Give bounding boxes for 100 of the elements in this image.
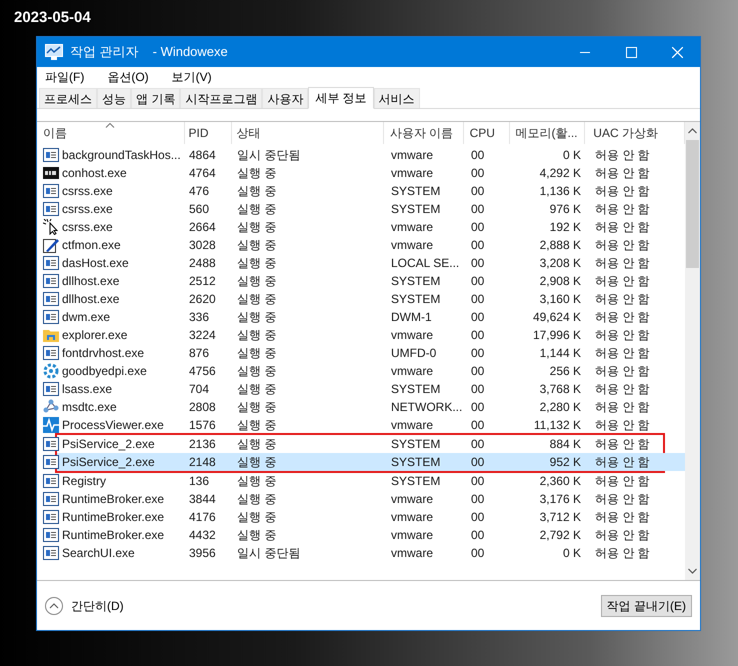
process-row[interactable]: conhost.exe 4764 실행 중 vmware 00 4,292 K 허용 안 함 [37, 164, 687, 182]
tab[interactable]: 프로세스 [39, 88, 97, 108]
table-cell-text: 실행 중 [237, 363, 276, 380]
table-cell-text: 1576 [189, 417, 216, 434]
tab[interactable]: 앱 기록 [131, 88, 180, 108]
table-cell-text: 허용 안 함 [595, 399, 650, 416]
tab[interactable]: 시작프로그램 [180, 88, 262, 108]
process-row[interactable]: csrss.exe 560 실행 중 SYSTEM 00 976 K 허용 안 함 [37, 200, 687, 218]
process-row[interactable]: RuntimeBroker.exe 4176 실행 중 vmware 00 3,712 K 허용 안 함 [37, 508, 687, 526]
process-row[interactable]: lsass.exe 704 실행 중 SYSTEM 00 3,768 K 허용 안 함 [37, 380, 687, 398]
table-cell-text: 0 K [562, 545, 581, 562]
process-row[interactable]: RuntimeBroker.exe 3844 실행 중 vmware 00 3,176 K 허용 안 함 [37, 490, 687, 508]
column-header[interactable]: 상태 [232, 122, 384, 144]
tab[interactable]: 세부 정보 [308, 87, 374, 109]
menu-item[interactable]: 보기(V) [168, 68, 216, 86]
process-row[interactable]: dllhost.exe 2620 실행 중 SYSTEM 00 3,160 K 허용 안 함 [37, 290, 687, 308]
process-name: csrss.exe [62, 219, 113, 236]
scroll-thumb[interactable] [686, 140, 699, 268]
process-row[interactable]: SearchUI.exe 3956 일시 중단됨 vmware 00 0 K 허용 안 함 [37, 544, 687, 562]
table-cell-text: vmware [391, 165, 434, 182]
scroll-down-icon[interactable] [688, 568, 697, 574]
process-name: SearchUI.exe [62, 545, 135, 562]
table-cell-text: 실행 중 [237, 201, 276, 218]
tab[interactable]: 서비스 [374, 88, 420, 108]
collapse-button[interactable]: 간단히(D) [45, 596, 124, 614]
console-icon [43, 166, 59, 180]
table-cell-text: vmware [391, 527, 434, 544]
process-name: lsass.exe [62, 381, 112, 398]
column-header[interactable]: 사용자 이름 [384, 122, 464, 144]
process-name: csrss.exe [62, 201, 113, 218]
table-cell-text: 실행 중 [237, 454, 276, 471]
scrollbar[interactable] [685, 122, 700, 580]
window-icon [43, 510, 59, 524]
menu-item[interactable]: 옵션(O) [103, 68, 153, 86]
table-cell-text: DWM-1 [391, 309, 432, 326]
table-cell-text: 00 [471, 417, 484, 434]
process-row[interactable]: PsiService_2.exe 2136 실행 중 SYSTEM 00 884 K 허용 안 함 [37, 435, 687, 453]
process-row[interactable]: RuntimeBroker.exe 4432 실행 중 vmware 00 2,792 K 허용 안 함 [37, 526, 687, 544]
tab[interactable]: 성능 [97, 88, 131, 108]
table-cell-text: 실행 중 [237, 345, 276, 362]
process-row[interactable]: csrss.exe 476 실행 중 SYSTEM 00 1,136 K 허용 안 함 [37, 182, 687, 200]
process-name: conhost.exe [62, 165, 127, 182]
process-row[interactable]: dwm.exe 336 실행 중 DWM-1 00 49,624 K 허용 안 함 [37, 308, 687, 326]
process-row[interactable]: ProcessViewer.exe 1576 실행 중 vmware 00 11,132 K 허용 안 함 [37, 416, 687, 434]
scroll-up-icon[interactable] [688, 128, 697, 134]
table-cell-text: 876 [189, 345, 210, 362]
table-cell-text: 3028 [189, 237, 216, 254]
table-cell-text: 2664 [189, 219, 216, 236]
sort-caret-icon [106, 123, 115, 128]
end-task-button[interactable]: 작업 끝내기(E) [600, 594, 692, 616]
window-icon [43, 382, 59, 396]
table-cell-text: 허용 안 함 [595, 183, 650, 200]
column-header[interactable]: 이름 [37, 122, 185, 144]
table-cell-text: 952 K [550, 454, 581, 471]
table-cell-text: 2148 [189, 454, 216, 471]
pulse-icon [43, 417, 59, 433]
table-cell-text: 허용 안 함 [595, 345, 650, 362]
tab[interactable]: 사용자 [262, 88, 308, 108]
menu-item[interactable]: 파일(F) [41, 68, 88, 86]
table-cell-text: 실행 중 [237, 255, 276, 272]
table-cell-text: 3,712 K [540, 509, 581, 526]
column-header[interactable]: CPU [464, 122, 510, 144]
date-label: 2023-05-04 [14, 9, 91, 26]
window-icon [43, 184, 59, 198]
column-header[interactable]: PID [184, 122, 232, 144]
gear-icon [43, 363, 59, 379]
table-cell-text: SYSTEM [391, 291, 440, 308]
process-row[interactable]: ctfmon.exe 3028 실행 중 vmware 00 2,888 K 허용 안 함 [37, 236, 687, 254]
table-cell-text: 336 [189, 309, 210, 326]
table-cell-text: 2136 [189, 436, 216, 453]
process-row[interactable]: fontdrvhost.exe 876 실행 중 UMFD-0 00 1,144 K 허용 안 함 [37, 344, 687, 362]
process-row[interactable]: csrss.exe 2664 실행 중 vmware 00 192 K 허용 안 함 [37, 218, 687, 236]
process-row[interactable]: Registry 136 실행 중 SYSTEM 00 2,360 K 허용 안 함 [37, 472, 687, 490]
process-row[interactable]: goodbyedpi.exe 4756 실행 중 vmware 00 256 K 허용 안 함 [37, 362, 687, 380]
process-name: dllhost.exe [62, 291, 120, 308]
table-cell-text: 허용 안 함 [595, 436, 650, 453]
process-row[interactable]: dasHost.exe 2488 실행 중 LOCAL SE... 00 3,208 K 허용 안 함 [37, 254, 687, 272]
table-cell-text: 허용 안 함 [595, 363, 650, 380]
process-row[interactable]: backgroundTaskHos... 4864 일시 중단됨 vmware 00 0 K 허용 안 함 [37, 146, 687, 164]
table-cell-text: 4432 [189, 527, 216, 544]
window-icon [43, 256, 59, 270]
table-cell-text: 00 [471, 201, 484, 218]
process-row[interactable]: explorer.exe 3224 실행 중 vmware 00 17,996 K 허용 안 함 [37, 326, 687, 344]
table-cell-text: 00 [471, 327, 484, 344]
table-cell-text: vmware [391, 237, 434, 254]
process-name: ProcessViewer.exe [62, 417, 164, 434]
process-row[interactable]: msdtc.exe 2808 실행 중 NETWORK... 00 2,280 K 허용 안 함 [37, 398, 687, 416]
table-cell-text: 실행 중 [237, 237, 276, 254]
table-cell-text: 976 K [550, 201, 581, 218]
table-cell-text: 허용 안 함 [595, 201, 650, 218]
table-cell-text: 허용 안 함 [595, 381, 650, 398]
table-cell-text: 4756 [189, 363, 216, 380]
window-icon [43, 202, 59, 216]
process-row[interactable]: dllhost.exe 2512 실행 중 SYSTEM 00 2,908 K 허용 안 함 [37, 272, 687, 290]
column-header[interactable]: 메모리(활... [510, 122, 586, 144]
table-cell-text: vmware [391, 363, 434, 380]
table-cell-text: 256 K [550, 363, 581, 380]
table-cell-text: 3,160 K [540, 291, 581, 308]
table-cell-text: 00 [471, 527, 484, 544]
maximize-icon [626, 46, 636, 58]
